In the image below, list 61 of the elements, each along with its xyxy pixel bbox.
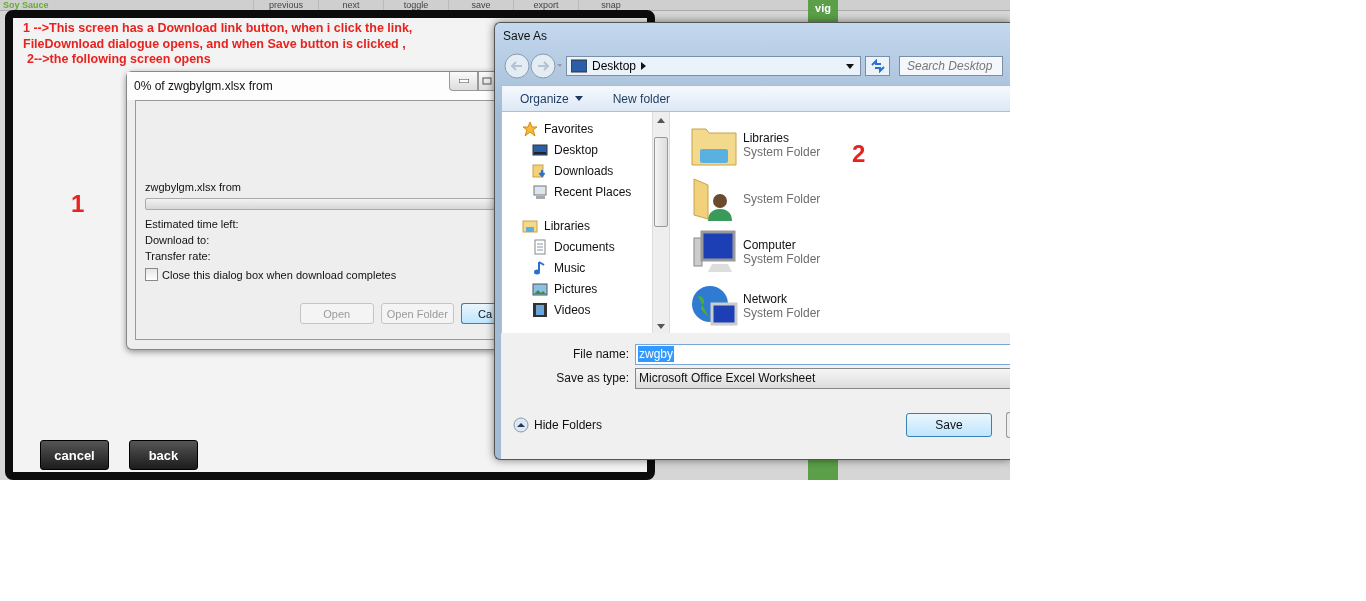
address-text: Desktop — [592, 59, 637, 73]
menu-button[interactable]: Organize — [520, 91, 583, 106]
side-tab-label: vig — [814, 2, 832, 14]
field-label: Save as type: — [555, 371, 630, 385]
folder-item[interactable]: System Folder — [690, 171, 821, 226]
back-forward-icon[interactable] — [504, 53, 562, 79]
picture-icon — [532, 280, 548, 297]
scrollbar[interactable] — [652, 112, 669, 333]
recent-places-icon — [532, 183, 548, 200]
scroll-up-icon[interactable] — [657, 118, 665, 123]
monitor-icon — [571, 59, 587, 73]
nav-group[interactable]: Libraries — [522, 215, 652, 236]
checkbox[interactable] — [145, 268, 158, 281]
field-label: File name: — [571, 347, 630, 361]
refresh-icon — [869, 59, 886, 73]
info-label: Transfer rate: — [145, 249, 212, 264]
cancel-button[interactable]: cancel — [40, 440, 109, 470]
annotation-number: 1 — [71, 190, 85, 218]
film-strip-icon — [532, 301, 548, 318]
nav-group[interactable]: Favorites — [522, 118, 652, 139]
back-button[interactable]: back — [129, 440, 198, 470]
annotation-text: FileDownload dialogue opens, and when Save button is clicked , — [23, 36, 407, 52]
file-type-select[interactable]: Microsoft Office Excel Worksheet — [635, 367, 1010, 389]
annotation-number: 2 — [852, 140, 866, 168]
checkbox-label: Close this dialog box when download completes — [162, 268, 397, 281]
caret-icon — [574, 96, 583, 101]
info-label: Estimated time left: — [145, 217, 240, 232]
dropdown-caret-icon[interactable] — [846, 63, 854, 69]
annotation-text: 2-->the following screen opens — [26, 52, 212, 68]
dialog-button[interactable]: Ca — [461, 303, 495, 324]
address-bar[interactable]: Desktop — [566, 56, 861, 76]
nav-item[interactable]: Pictures — [522, 278, 652, 299]
file-source-label: zwgbylgm.xlsx from — [145, 180, 242, 195]
page-title: Soy Sauce — [2, 0, 50, 10]
refresh-button[interactable] — [865, 56, 890, 76]
library-folder-icon — [522, 217, 538, 234]
hide-folders-button[interactable]: Hide Folders — [513, 417, 603, 433]
monitor-icon — [532, 141, 548, 158]
search-field[interactable]: Search Desktop — [899, 56, 1003, 76]
document-icon — [532, 238, 548, 255]
maximize-icon — [482, 77, 492, 85]
folder-item[interactable]: Libraries System Folder — [690, 118, 821, 172]
nav-item[interactable]: Desktop — [522, 139, 652, 160]
dialog-title: Save As — [503, 29, 548, 43]
annotation-text: 1 -->This screen has a Download link button, when i click the link, — [23, 21, 413, 37]
info-label: Download to: — [145, 233, 211, 248]
nav-item[interactable]: Recent Places — [522, 181, 652, 202]
save-button[interactable]: Save — [906, 413, 992, 437]
toolbar-button[interactable]: New folder — [612, 91, 671, 106]
folder-item[interactable]: Computer System Folder — [690, 225, 821, 280]
scroll-down-icon[interactable] — [657, 324, 665, 329]
nav-item[interactable]: Videos — [522, 299, 652, 320]
dialog-title: 0% of zwgbylgm.xlsx from — [134, 79, 273, 93]
nav-item[interactable]: Downloads — [522, 160, 652, 181]
star-icon — [522, 120, 538, 137]
folder-arrow-icon — [532, 162, 548, 179]
folder-item[interactable]: Network System Folder — [690, 279, 821, 333]
nav-item[interactable]: Documents — [522, 236, 652, 257]
nav-item[interactable]: Music — [522, 257, 652, 278]
chevron-right-icon — [641, 62, 647, 70]
minimize-icon — [458, 79, 469, 83]
